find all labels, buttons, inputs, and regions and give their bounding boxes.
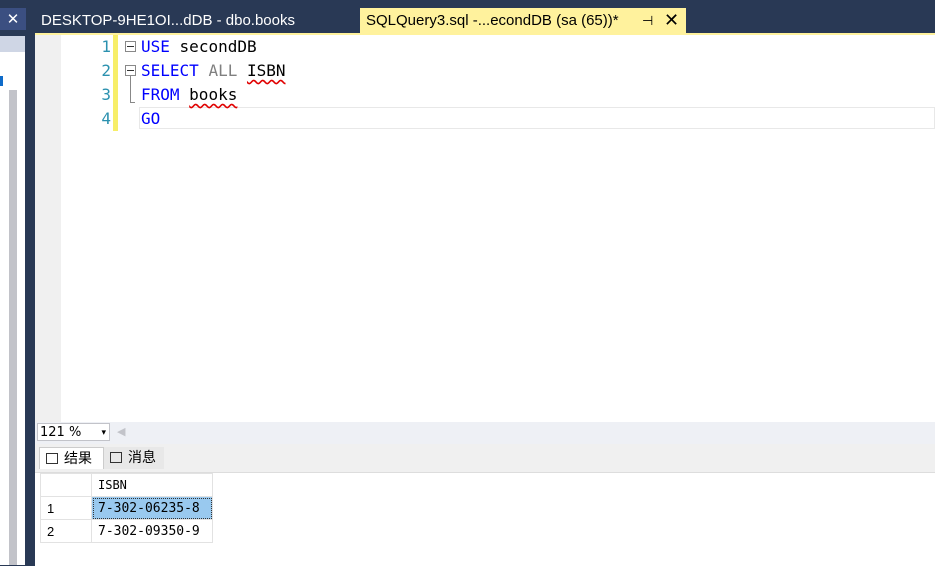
- change-marker: [113, 107, 118, 131]
- indicator-margin: [35, 35, 61, 422]
- change-marker: [113, 83, 118, 107]
- identifier: ISBN: [246, 61, 286, 80]
- keyword: USE: [141, 37, 170, 56]
- corner-cell[interactable]: [40, 473, 92, 497]
- chevron-down-icon: ▾: [101, 428, 106, 438]
- keyword: FROM: [141, 85, 180, 104]
- header-row: ISBN: [40, 473, 213, 497]
- line-number: 4: [101, 109, 111, 128]
- close-tab-icon[interactable]: ✕: [664, 8, 679, 33]
- line-number: 1: [101, 37, 111, 56]
- scroll-left-icon[interactable]: ◀: [117, 425, 125, 438]
- row-number[interactable]: 2: [40, 519, 92, 543]
- code-line-4[interactable]: GO: [141, 107, 160, 131]
- identifier: secondDB: [179, 37, 257, 56]
- results-table: ISBN 1 7-302-06235-8 2 7-302-09350-9: [40, 473, 213, 543]
- modifier: ALL: [208, 61, 238, 80]
- zoom-value: 121 %: [40, 425, 82, 440]
- fold-guide: [130, 76, 131, 102]
- query-editor[interactable]: 1 2 3 4 USE secondDB SELECT ALL ISBN FRO…: [35, 35, 935, 422]
- fold-guide: [130, 102, 135, 103]
- collapse-icon[interactable]: [125, 65, 136, 76]
- current-line-highlight: [139, 107, 935, 129]
- keyword: GO: [141, 109, 161, 128]
- code-line-3[interactable]: FROM books: [141, 83, 237, 107]
- tab-messages[interactable]: 消息: [104, 447, 164, 469]
- tab-label: SQLQuery3.sql -...econdDB (sa (65))*: [366, 12, 619, 29]
- column-header[interactable]: ISBN: [91, 473, 213, 497]
- identifier: books: [189, 85, 238, 104]
- tab-label: 结果: [64, 451, 92, 467]
- table-cell[interactable]: 7-302-09350-9: [91, 519, 213, 543]
- table-cell[interactable]: 7-302-06235-8: [91, 496, 213, 520]
- tab-table-view[interactable]: DESKTOP-9HE1OI...dDB - dbo.books: [35, 8, 358, 33]
- code-line-2[interactable]: SELECT ALL ISBN: [141, 59, 286, 83]
- line-number: 3: [101, 85, 111, 104]
- results-tab-strip: 结果 消息: [35, 444, 935, 472]
- table-row[interactable]: 2 7-302-09350-9: [40, 519, 213, 543]
- tab-label: DESKTOP-9HE1OI...dDB - dbo.books: [41, 12, 295, 29]
- zoom-bar: 121 % ▾ ◀: [35, 422, 935, 444]
- zoom-dropdown[interactable]: 121 % ▾: [37, 423, 110, 441]
- collapse-icon[interactable]: [125, 41, 136, 52]
- change-marker: [113, 35, 118, 59]
- keyword: SELECT: [141, 61, 199, 80]
- change-marker: [113, 59, 118, 83]
- line-number: 2: [101, 61, 111, 80]
- pin-icon[interactable]: ⊣: [642, 8, 653, 33]
- table-row[interactable]: 1 7-302-06235-8: [40, 496, 213, 520]
- tab-label: 消息: [128, 450, 156, 466]
- grid-icon: [46, 453, 58, 464]
- results-grid: ISBN 1 7-302-06235-8 2 7-302-09350-9: [35, 472, 935, 566]
- vertical-scrollbar[interactable]: [9, 90, 17, 565]
- row-number[interactable]: 1: [40, 496, 92, 520]
- panel-header: [0, 36, 25, 52]
- close-icon[interactable]: ✕: [0, 8, 26, 30]
- code-line-1[interactable]: USE secondDB: [141, 35, 257, 59]
- selection-marker: [0, 76, 3, 86]
- tab-sqlquery3[interactable]: SQLQuery3.sql -...econdDB (sa (65))* ⊣ ✕: [360, 8, 686, 33]
- tab-results[interactable]: 结果: [39, 447, 104, 469]
- messages-icon: [110, 452, 122, 463]
